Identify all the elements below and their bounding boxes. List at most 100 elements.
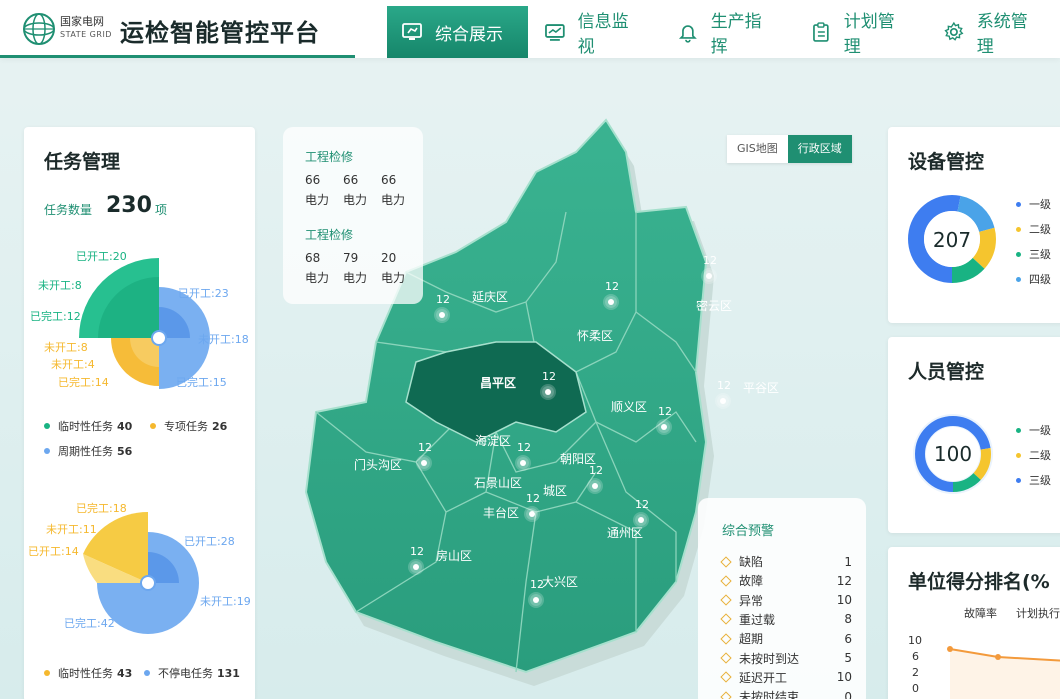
alert-row[interactable]: 未按时到达 5: [720, 650, 852, 667]
alert-name: 超期: [739, 632, 764, 647]
legend-name: 三级: [1029, 248, 1051, 261]
rose1-label: 已完工:12: [30, 309, 81, 323]
ranking-panel: 单位得分排名(% 故障率 计划执行 10 6 2 0: [888, 547, 1060, 699]
maint-unit: 电力: [343, 271, 368, 285]
alert-row[interactable]: 缺陷 1: [720, 553, 852, 570]
maint-cell: 66 电力: [381, 170, 419, 210]
toggle-admin-button[interactable]: 行政区域: [787, 135, 852, 163]
legend-live-work-task: 不停电任务 131: [144, 665, 240, 681]
district-marker-core: [439, 312, 445, 318]
legend-dot: [1016, 226, 1021, 232]
district-marker-icon[interactable]: [526, 508, 538, 520]
maint-cell: 68 电力: [305, 248, 343, 288]
nav-item-overview[interactable]: 综合展示: [387, 6, 528, 58]
ranking-legend-fault: 故障率: [964, 607, 997, 620]
district-label[interactable]: 顺义区: [611, 398, 647, 415]
district-label[interactable]: 昌平区: [480, 374, 516, 391]
maint-unit: 电力: [381, 271, 406, 285]
district-label[interactable]: 门头沟区: [354, 456, 402, 473]
ranking-point[interactable]: [947, 646, 953, 652]
alert-row[interactable]: 故障 12: [720, 572, 852, 589]
legend-dot: [1016, 452, 1021, 458]
legend-dot: [1016, 427, 1021, 433]
district-marker-icon[interactable]: [410, 561, 422, 573]
toggle-gis-button[interactable]: GIS地图: [727, 135, 788, 163]
alert-row[interactable]: 重过载 8: [720, 611, 852, 628]
district-marker-core: [413, 564, 419, 570]
alert-name: 重过载: [739, 612, 776, 627]
nav-item-monitor[interactable]: 信息监视: [528, 6, 661, 58]
district-marker-icon[interactable]: [717, 395, 729, 407]
personnel-panel: 人员管控 100 一级 二级 三级: [888, 337, 1060, 533]
legend-dot: [1016, 201, 1021, 207]
rose1-center: [151, 330, 167, 346]
nav-item-command[interactable]: 生产指挥: [661, 6, 794, 58]
ranking-title: 单位得分排名(%: [908, 571, 1050, 593]
district-marker-core: [545, 389, 551, 395]
state-grid-logo-icon: [23, 13, 55, 45]
equipment-panel: 设备管控 207 一级 二级 三级 四级: [888, 127, 1060, 323]
alert-name: 缺陷: [739, 555, 764, 569]
alert-row[interactable]: 未按时结束 0: [720, 688, 852, 699]
rose2-label: 已开工:28: [184, 535, 235, 548]
district-marker-icon[interactable]: [605, 296, 617, 308]
district-label[interactable]: 石景山区: [474, 474, 522, 491]
district-label[interactable]: 海淀区: [475, 432, 511, 449]
nav-label-monitor: 信息监视: [577, 12, 629, 57]
district-marker-icon[interactable]: [436, 309, 448, 321]
legend-value: 43: [117, 666, 133, 680]
legend-value: 131: [217, 666, 240, 680]
district-label[interactable]: 房山区: [436, 547, 472, 564]
district-label[interactable]: 平谷区: [743, 379, 779, 396]
alert-row[interactable]: 超期 6: [720, 630, 852, 647]
maint-value: 68: [305, 251, 321, 265]
main-nav: 综合展示 信息监视 生产指挥 计划管理 系统管理: [387, 6, 1060, 58]
legend-name: 三级: [1029, 474, 1051, 487]
nav-item-plan[interactable]: 计划管理: [794, 6, 927, 58]
district-marker-icon[interactable]: [517, 457, 529, 469]
alert-value: 0: [844, 689, 852, 699]
ranking-point[interactable]: [995, 654, 1001, 660]
district-label[interactable]: 城区: [543, 482, 567, 499]
district-label[interactable]: 大兴区: [542, 573, 578, 590]
rose1-label: 未开工:8: [44, 341, 88, 354]
district-marker-icon[interactable]: [658, 421, 670, 433]
district-marker-icon[interactable]: [530, 594, 542, 606]
nav-item-system[interactable]: 系统管理: [927, 6, 1060, 58]
equipment-title: 设备管控: [908, 151, 985, 173]
alert-name: 故障: [739, 574, 764, 589]
rose-chart-2: [83, 511, 199, 634]
district-label[interactable]: 延庆区: [472, 288, 508, 305]
alert-value: 8: [844, 612, 852, 627]
maint-value: 66: [305, 173, 321, 187]
task-management-panel: 任务管理 任务数量 230 项 已开工:20 未开工:8 已完工:12 已开工:…: [24, 127, 255, 699]
legend-special-task: 专项任务 26: [150, 418, 227, 434]
legend-periodic-task: 周期性任务 56: [44, 443, 132, 459]
district-count: 12: [526, 492, 540, 505]
maint-value: 79: [343, 251, 359, 265]
legend-name: 不停电任务: [158, 667, 213, 680]
district-label[interactable]: 丰台区: [483, 504, 519, 521]
y-tick: 6: [912, 650, 919, 663]
district-marker-icon[interactable]: [542, 386, 554, 398]
district-label[interactable]: 怀柔区: [577, 327, 613, 344]
alert-row[interactable]: 异常 10: [720, 592, 852, 609]
maint-cell: 20 电力: [381, 248, 419, 288]
alert-value: 1: [844, 554, 852, 569]
rose1-label: 未开工:4: [51, 358, 95, 371]
district-marker-icon[interactable]: [635, 514, 647, 526]
ring-legend-item: 一级: [1016, 422, 1051, 438]
nav-label-system: 系统管理: [976, 12, 1028, 57]
district-marker-core: [638, 517, 644, 523]
district-label[interactable]: 密云区: [696, 297, 732, 314]
maint-unit: 电力: [305, 193, 330, 207]
district-marker-icon[interactable]: [418, 457, 430, 469]
alerts-card: 综合预警 缺陷 1 故障 12 异常 10 重过载 8 超期 6 未按时到达 5 延迟开工 10 未按时结束…: [698, 498, 866, 699]
alert-row[interactable]: 延迟开工 10: [720, 669, 852, 686]
district-marker-icon[interactable]: [703, 270, 715, 282]
district-label[interactable]: 通州区: [607, 524, 643, 541]
district-marker-icon[interactable]: [589, 480, 601, 492]
rose2-label: 未开工:19: [200, 595, 251, 608]
maint-unit: 电力: [343, 193, 368, 207]
legend-dot: [44, 448, 50, 454]
